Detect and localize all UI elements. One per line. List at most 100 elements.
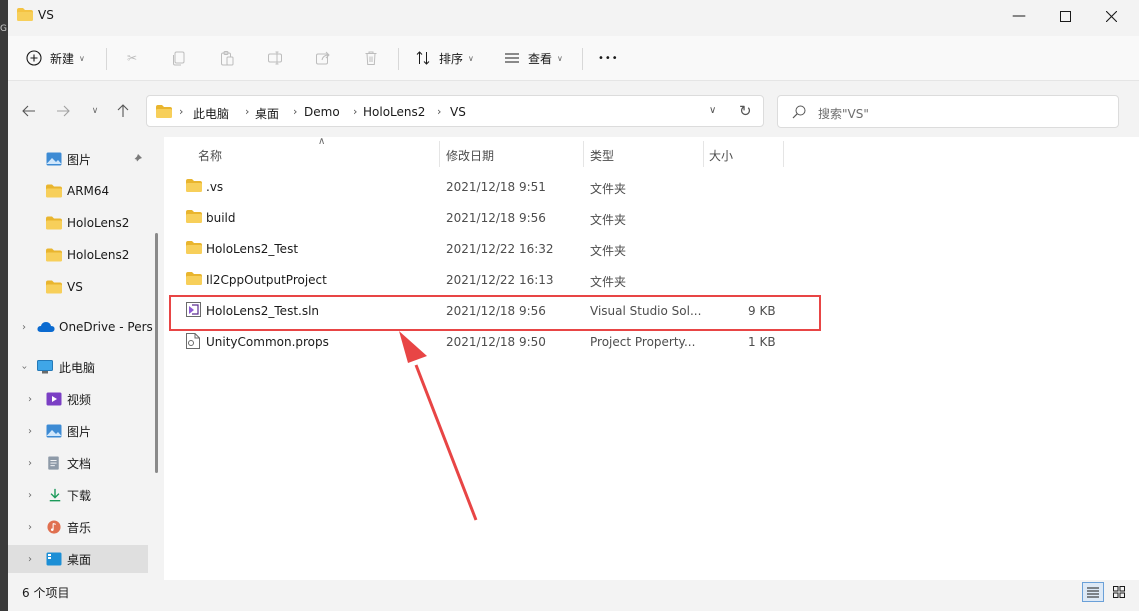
music-icon [47,520,61,534]
trash-icon [365,51,377,65]
address-bar[interactable]: › 此电脑 › 桌面 › Demo › HoloLens2 › VS ∨ ↻ [146,95,764,127]
nav-item-videos[interactable]: › 视频 [8,385,148,413]
nav-item-arm64[interactable]: ARM64 [8,177,148,205]
navigation-pane: 图片 ARM64 HoloLens2 HoloLens2 VS › OneDri… [8,137,156,580]
file-name: HoloLens2_Test [206,242,299,256]
chevron-right-icon[interactable]: › [28,490,32,501]
chevron-down-icon[interactable]: › [19,365,30,369]
file-type: 文件夹 [590,182,627,196]
paste-icon [221,51,234,66]
nav-label: HoloLens2 [67,216,130,230]
file-row[interactable]: .vs 2021/12/18 9:51 文件夹 [156,172,1131,203]
new-label: 新建 [50,51,75,66]
file-row[interactable]: Il2CppOutputProject 2021/12/22 16:13 文件夹 [156,265,1131,296]
column-divider[interactable] [783,141,784,167]
chevron-right-icon[interactable]: › [28,426,32,437]
rename-button[interactable] [267,46,283,70]
nav-label: 图片 [67,152,92,167]
cut-button[interactable]: ✂ [123,46,141,70]
column-divider[interactable] [583,141,584,167]
file-row[interactable]: UnityCommon.props 2021/12/18 9:50 Projec… [156,327,1131,358]
search-icon [792,105,806,119]
chevron-right-icon[interactable]: › [28,554,32,565]
documents-icon [48,456,59,470]
nav-item-desktop[interactable]: › 桌面 [8,545,148,573]
view-button[interactable]: 查看 ∨ [504,46,563,70]
nav-item-onedrive[interactable]: › OneDrive - Pers [8,313,153,341]
arrow-left-icon [22,105,35,117]
chevron-right-icon[interactable]: › [28,458,32,469]
column-header-name[interactable]: 名称 [198,147,222,164]
folder-icon [46,184,62,198]
tiles-view-icon [1113,586,1125,598]
nav-label: 下载 [67,488,92,503]
breadcrumb-desktop[interactable]: 桌面 [255,105,279,122]
command-bar: 新建 ∨ ✂ 排序 ∨ 查看 ∨ ••• [8,36,1139,81]
file-name: UnityCommon.props [206,335,329,349]
nav-item-documents[interactable]: › 文档 [8,449,148,477]
chevron-right-icon[interactable]: › [28,522,32,533]
chevron-down-icon: ∨ [468,53,474,63]
back-button[interactable] [18,100,40,122]
nav-item-downloads[interactable]: › 下载 [8,481,148,509]
search-input[interactable]: 搜索"VS" [777,95,1119,128]
nav-label: 视频 [67,392,92,407]
new-button[interactable]: 新建 ∨ [26,46,85,70]
nav-label: 桌面 [67,552,92,567]
breadcrumb-this-pc[interactable]: 此电脑 [193,105,229,122]
file-size: 1 KB [748,335,776,349]
nav-item-hololens2[interactable]: HoloLens2 [8,241,148,269]
nav-item-vs[interactable]: VS [8,273,148,301]
nav-item-hololens2[interactable]: HoloLens2 [8,209,148,237]
details-view-button[interactable] [1082,582,1104,602]
column-header-size[interactable]: 大小 [709,147,733,164]
onedrive-cloud-icon [37,322,55,332]
chevron-down-icon: ∨ [79,53,85,63]
column-divider[interactable] [439,141,440,167]
annotation-arrow [399,331,478,521]
delete-button[interactable] [363,46,379,70]
nav-item-quick-pictures[interactable]: 图片 [8,145,148,173]
window-title: VS [38,8,54,22]
file-row[interactable]: HoloLens2_Test 2021/12/22 16:32 文件夹 [156,234,1131,265]
forward-button[interactable] [52,100,74,122]
pin-icon[interactable] [132,154,142,164]
refresh-icon[interactable]: ↻ [739,102,752,120]
file-modified: 2021/12/22 16:13 [446,273,554,287]
nav-label: 文档 [67,456,92,471]
recent-locations-button[interactable]: ∨ [84,100,106,122]
nav-item-music[interactable]: › 音乐 [8,513,148,541]
breadcrumb-demo[interactable]: Demo [304,105,340,119]
minimize-icon: — [1012,8,1026,24]
column-header-modified[interactable]: 修改日期 [446,147,494,164]
nav-label: 此电脑 [59,360,96,375]
breadcrumb-vs[interactable]: VS [450,105,466,119]
nav-label: 图片 [67,424,92,439]
copy-button[interactable] [171,46,187,70]
maximize-button[interactable] [1042,0,1088,32]
pictures-icon [46,152,62,166]
toolbar-divider [398,48,399,70]
tiles-view-button[interactable] [1108,582,1130,602]
column-divider[interactable] [703,141,704,167]
up-button[interactable] [112,100,134,122]
title-bar: VS — [8,0,1139,32]
minimize-button[interactable]: — [996,0,1042,32]
close-button[interactable] [1088,0,1134,32]
file-row[interactable]: build 2021/12/18 9:56 文件夹 [156,203,1131,234]
status-bar: 6 个项目 [8,580,1139,611]
nav-item-this-pc[interactable]: › 此电脑 [8,353,148,381]
paste-button[interactable] [219,46,235,70]
nav-item-pictures[interactable]: › 图片 [8,417,148,445]
share-button[interactable] [315,46,331,70]
file-modified: 2021/12/18 9:51 [446,180,546,194]
chevron-right-icon[interactable]: › [28,394,32,405]
sort-button[interactable]: 排序 ∨ [415,46,474,70]
chevron-right-icon[interactable]: › [22,322,26,333]
rename-icon [268,51,282,65]
more-options-button[interactable]: ••• [598,46,619,70]
address-dropdown-icon[interactable]: ∨ [709,105,716,116]
breadcrumb-separator-icon: › [179,105,184,118]
breadcrumb-hololens2[interactable]: HoloLens2 [363,105,425,119]
column-header-type[interactable]: 类型 [590,147,614,164]
